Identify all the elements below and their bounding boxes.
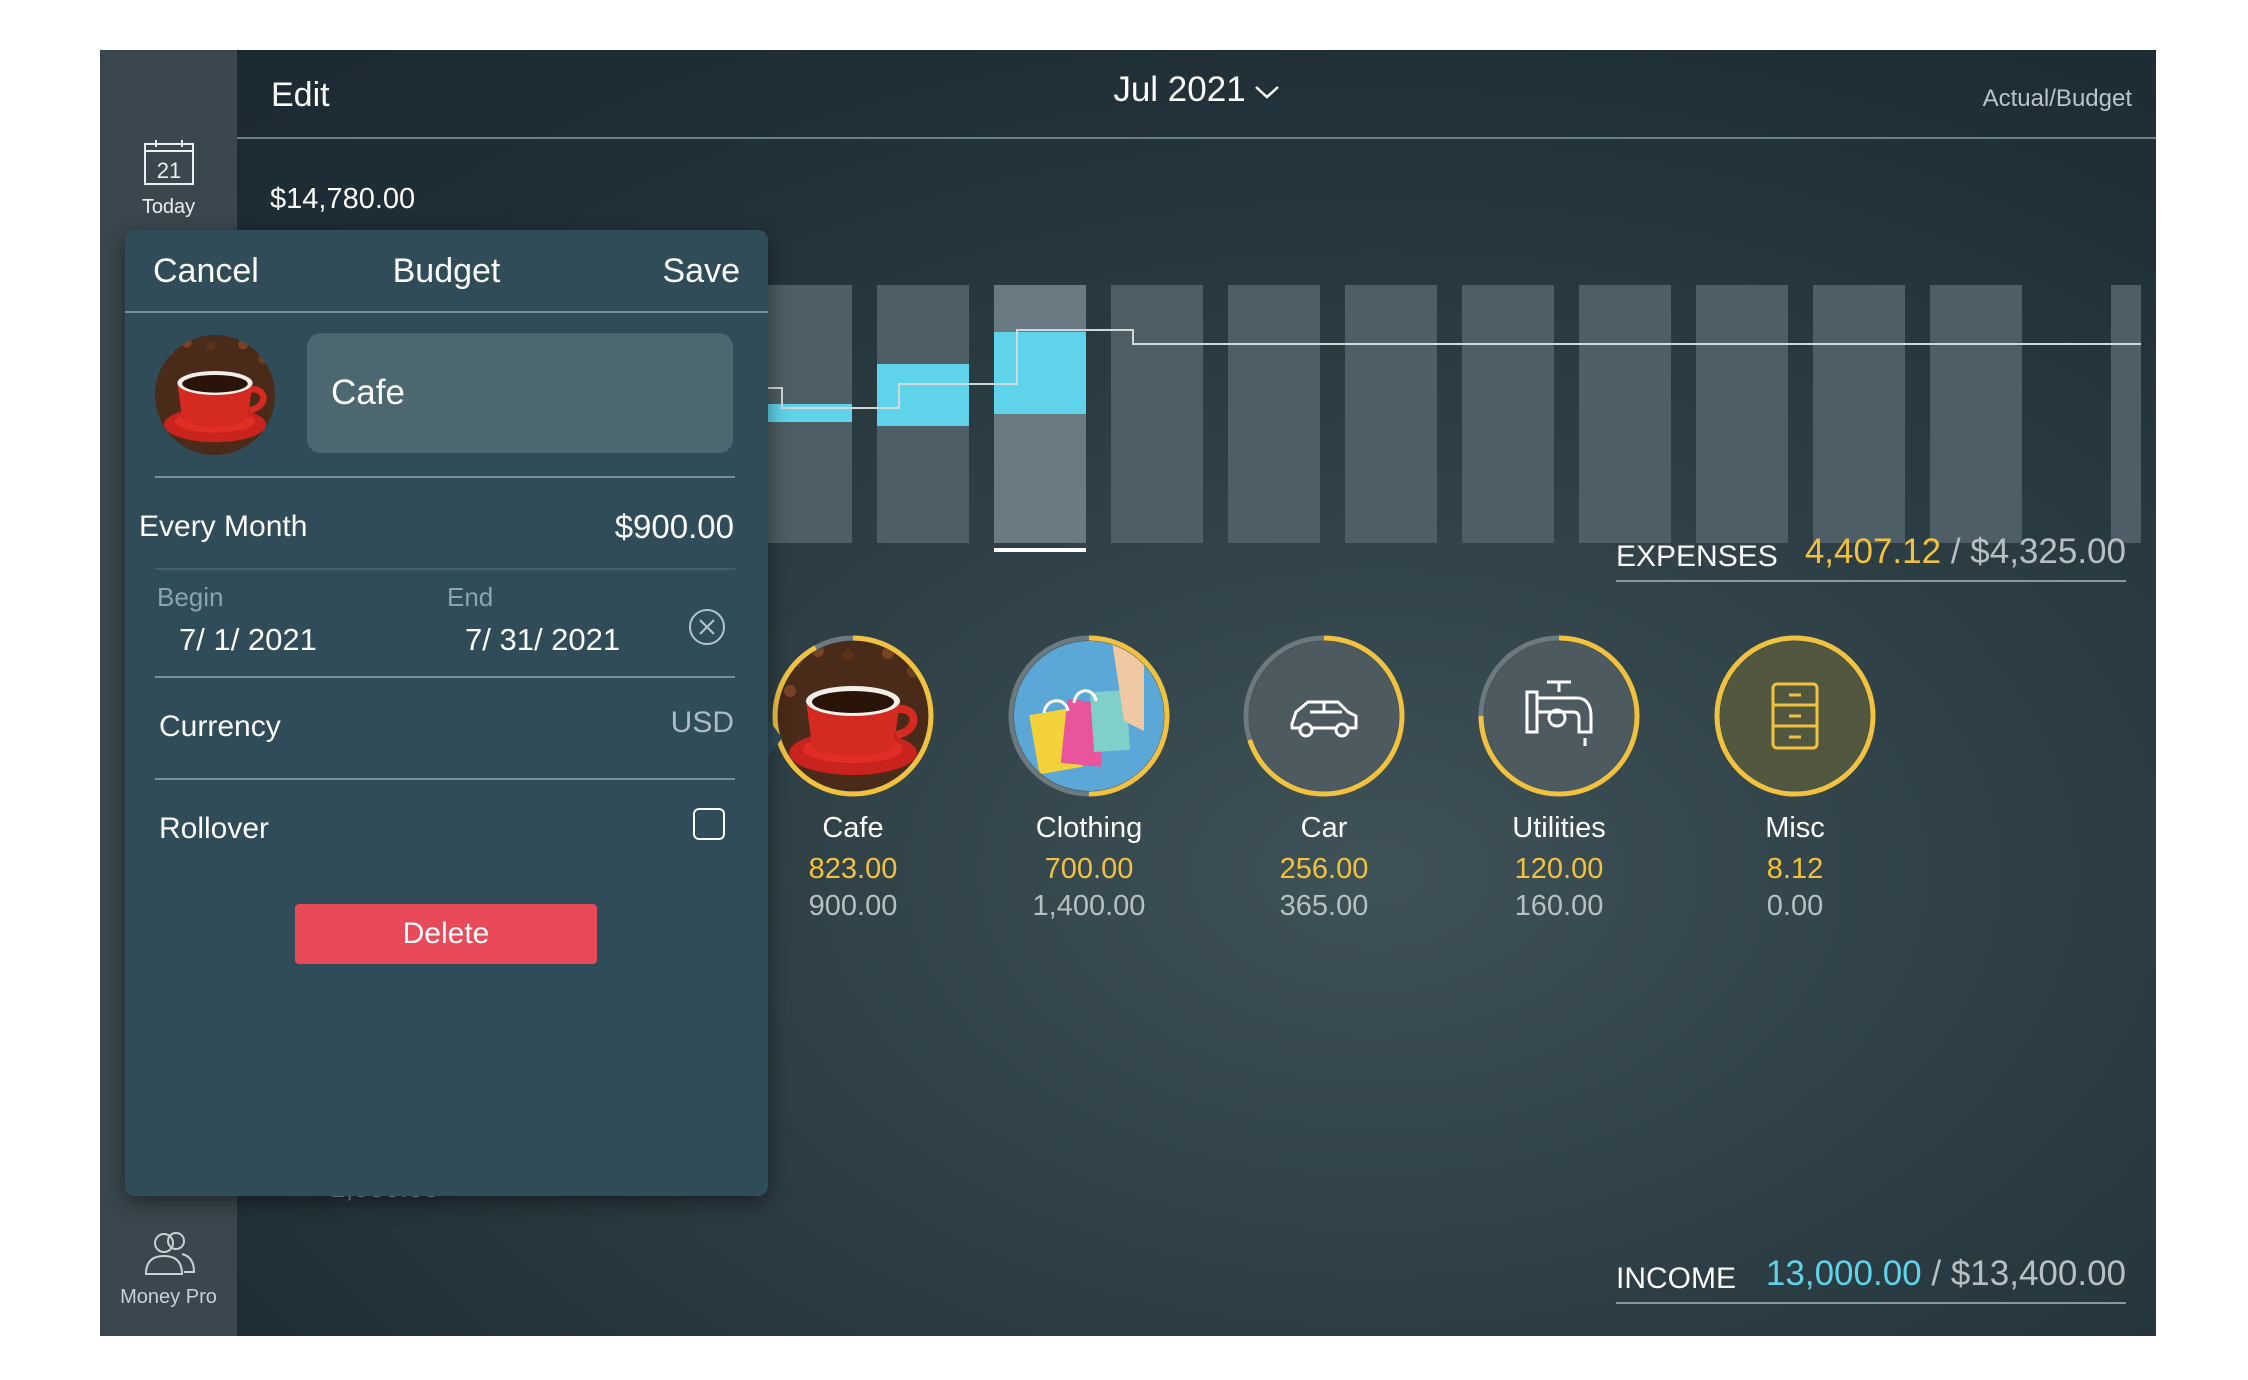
chart-month-column — [2111, 285, 2141, 543]
category-name: Clothing — [1035, 812, 1143, 844]
money-pro-label: Money Pro — [120, 1286, 217, 1308]
category-name: Misc — [1765, 812, 1825, 844]
divider — [155, 778, 735, 780]
category-budget: 365.00 — [1279, 890, 1369, 922]
expenses-label: EXPENSES — [1616, 540, 1778, 573]
chart-month-column — [1111, 285, 1203, 543]
chart-month-column — [1813, 285, 1905, 543]
category-utilities[interactable]: Utilities 120.00 160.00 — [1439, 634, 1679, 923]
currency-value[interactable]: USD — [671, 706, 734, 740]
begin-date-field[interactable]: 7/ 1/ 2021 — [179, 622, 317, 658]
car-progress-ring — [1243, 635, 1405, 797]
money-pro-button[interactable]: Money Pro — [100, 1230, 237, 1309]
category-budget: 900.00 — [808, 890, 898, 922]
period-label[interactable]: Every Month — [139, 510, 307, 544]
today-label: Today — [141, 196, 196, 218]
expenses-budget: $4,325.00 — [1970, 532, 2126, 571]
delete-button[interactable]: Delete — [295, 904, 597, 964]
today-button[interactable]: 21 Today — [100, 140, 237, 219]
chart-month-column — [1696, 285, 1788, 543]
chart-actual-bar — [877, 364, 969, 426]
divider — [155, 476, 735, 478]
currency-label[interactable]: Currency — [159, 710, 281, 744]
coffee-photo-icon — [155, 335, 275, 455]
category-name: Utilities — [1512, 812, 1606, 844]
category-name: Cafe — [822, 812, 884, 844]
category-actual: 120.00 — [1514, 853, 1604, 885]
cafe-progress-ring — [772, 635, 934, 797]
category-actual: 700.00 — [1044, 853, 1134, 885]
chart-month-column — [1345, 285, 1437, 543]
actual-budget-toggle[interactable]: Actual/Budget — [1983, 85, 2132, 113]
income-summary[interactable]: INCOME 13,000.00 / $13,400.00 — [1616, 1246, 2126, 1304]
expenses-separator: / — [1941, 532, 1971, 571]
budget-amount-field[interactable]: $900.00 — [615, 508, 734, 546]
misc-progress-ring — [1714, 635, 1876, 797]
income-separator: / — [1921, 1254, 1951, 1293]
month-label: Jul 2021 — [1113, 70, 1246, 109]
expenses-actual: 4,407.12 — [1804, 532, 1942, 571]
month-selector[interactable]: Jul 2021 — [237, 70, 2156, 110]
popover-arrow — [766, 716, 782, 760]
divider — [155, 568, 735, 570]
begin-caption: Begin — [157, 582, 224, 612]
clothing-progress-ring — [1008, 635, 1170, 797]
category-actual: 823.00 — [808, 853, 898, 885]
rollover-checkbox[interactable] — [693, 808, 725, 840]
income-actual: 13,000.00 — [1765, 1254, 1922, 1293]
category-image-picker[interactable] — [155, 335, 275, 455]
ring-progress — [772, 635, 934, 797]
category-budget: 160.00 — [1514, 890, 1604, 922]
chart-actual-bar — [994, 332, 1086, 414]
rollover-label: Rollover — [159, 812, 270, 845]
chart-actual-bar — [760, 404, 852, 422]
utilities-progress-ring — [1478, 635, 1640, 797]
category-name-field[interactable] — [307, 333, 733, 453]
category-name: Car — [1300, 812, 1348, 844]
category-actual: 8.12 — [1766, 853, 1824, 885]
chevron-down-icon — [1254, 85, 1279, 99]
top-bar: Edit Jul 2021 Actual/Budget — [237, 50, 2156, 139]
category-budget: 0.00 — [1766, 890, 1824, 922]
app-window: 21 Today Money Pro Edit Jul 2021 Actual/… — [100, 50, 2156, 1336]
end-caption: End — [447, 582, 494, 612]
chart-month-column — [1579, 285, 1671, 543]
category-actual: 256.00 — [1279, 853, 1369, 885]
clear-date-icon[interactable] — [688, 608, 726, 646]
category-clothing[interactable]: Clothing 700.00 1,400.00 — [969, 634, 1209, 923]
end-date-field[interactable]: 7/ 31/ 2021 — [465, 622, 620, 658]
chart-month-column — [1228, 285, 1320, 543]
users-icon — [144, 1232, 195, 1275]
category-misc[interactable]: Misc 8.12 0.00 — [1675, 634, 1915, 923]
category-car[interactable]: Car 256.00 365.00 — [1204, 634, 1444, 923]
popover-header: Cancel Budget Save — [125, 230, 768, 313]
today-day: 21 — [156, 158, 180, 183]
category-budget: 1,400.00 — [1032, 890, 1146, 922]
calendar-icon: 21 — [143, 140, 194, 185]
save-button[interactable]: Save — [663, 252, 741, 291]
expenses-summary[interactable]: EXPENSES 4,407.12 / $4,325.00 — [1616, 524, 2126, 582]
chart-month-column — [1930, 285, 2022, 543]
divider — [155, 676, 735, 678]
income-label: INCOME — [1616, 1262, 1736, 1295]
ring-progress — [1714, 635, 1876, 797]
chart-month-column — [1462, 285, 1554, 543]
budget-popover: Cancel Budget Save Every Month $900.00 B… — [125, 230, 768, 1196]
category-cafe[interactable]: Cafe 823.00 900.00 — [733, 634, 973, 923]
total-amount: $14,780.00 — [270, 183, 416, 215]
chart-selected-marker — [994, 548, 1086, 552]
income-budget: $13,400.00 — [1950, 1254, 2126, 1293]
